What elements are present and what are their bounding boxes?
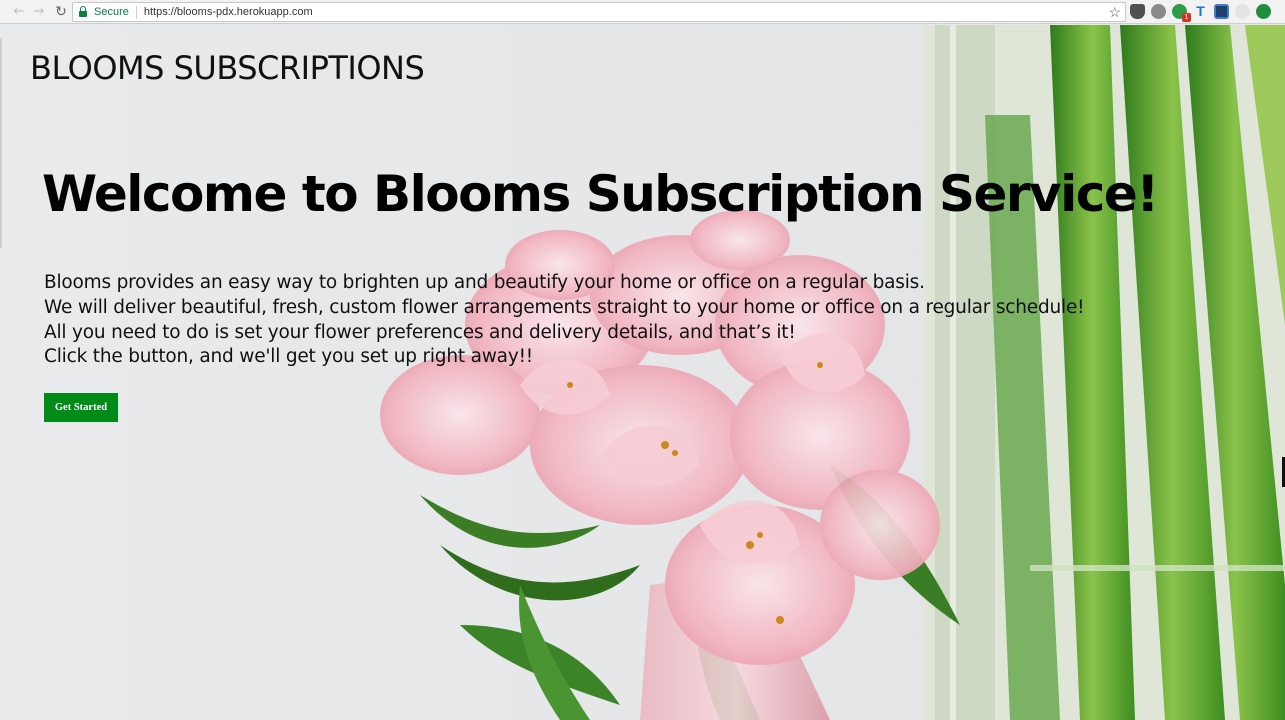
intro-text: Blooms provides an easy way to brighten … [44,271,1085,370]
intro-line: Click the button, and we'll get you set … [44,346,533,368]
font-icon[interactable]: T [1193,4,1208,19]
secure-label: Secure [94,6,129,18]
download-icon[interactable] [1256,4,1271,19]
grammarly-icon[interactable]: 1 [1172,4,1191,22]
intro-line: We will deliver beautiful, fresh, custom… [44,296,1085,318]
flowers-background-image [0,25,1285,720]
page-title: Welcome to Blooms Subscription Service! [42,165,1159,223]
extension-badge: 1 [1182,13,1191,22]
intro-line: All you need to do is set your flower pr… [44,321,796,343]
ghostery-icon[interactable] [1151,4,1166,19]
site-brand[interactable]: BLOOMS SUBSCRIPTIONS [30,49,425,87]
get-started-button[interactable]: Get Started [44,393,118,422]
back-icon[interactable]: ← [10,3,28,21]
extension-square-icon[interactable] [1214,4,1229,19]
scroll-edge [0,38,2,248]
address-bar[interactable]: Secure https://blooms-pdx.herokuapp.com … [72,2,1126,22]
omnibox-divider [135,5,137,19]
page-content: BLOOMS SUBSCRIPTIONS Welcome to Blooms S… [0,25,1285,720]
reload-icon[interactable]: ↻ [52,3,70,21]
url-text[interactable]: https://blooms-pdx.herokuapp.com [144,6,313,18]
cloud-icon[interactable] [1235,4,1250,19]
lock-icon [78,6,88,18]
star-icon[interactable]: ☆ [1108,4,1121,20]
intro-line: Blooms provides an easy way to brighten … [44,272,925,293]
extensions-bar: 1 T [1130,4,1271,22]
pocket-icon[interactable] [1130,4,1145,19]
browser-toolbar: ← → ↻ Secure https://blooms-pdx.herokuap… [0,0,1285,24]
forward-icon[interactable]: → [30,3,48,21]
